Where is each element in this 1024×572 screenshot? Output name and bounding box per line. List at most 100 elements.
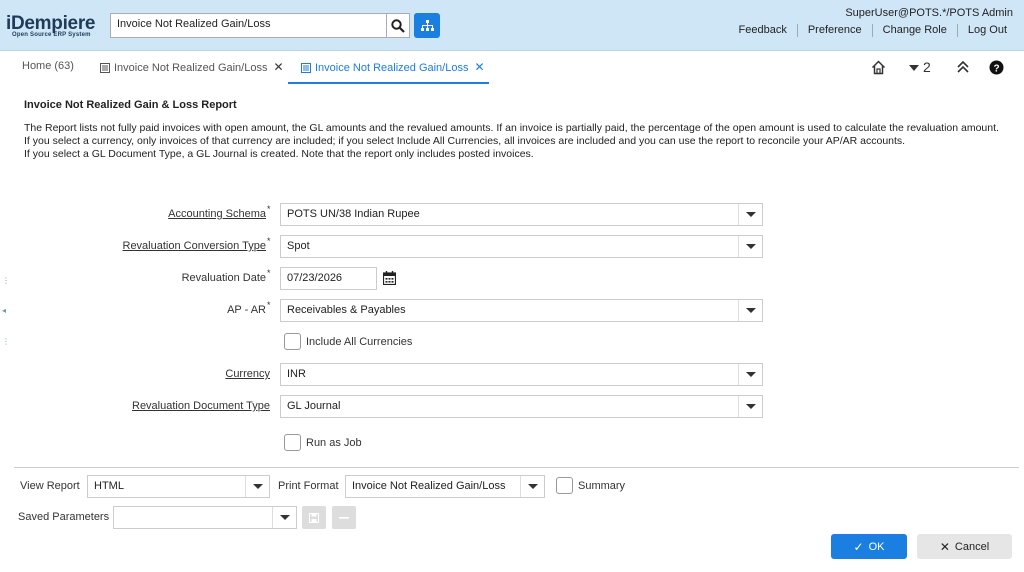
dropdown-button[interactable]: [272, 507, 296, 528]
revaluation-date-label: Revaluation Date: [181, 272, 266, 284]
side-handle-icon[interactable]: ⋮: [2, 337, 10, 346]
accounting-schema-label[interactable]: Accounting Schema: [168, 208, 266, 220]
include-all-currencies-label[interactable]: Include All Currencies: [306, 336, 412, 348]
save-parameters-button[interactable]: [302, 506, 326, 529]
required-marker: *: [267, 236, 271, 246]
help-icon[interactable]: ?: [989, 60, 1004, 75]
print-format-value: Invoice Not Realized Gain/Loss: [352, 480, 506, 492]
global-search-input[interactable]: Invoice Not Realized Gain/Loss: [110, 13, 387, 38]
tab-invoice-gain-loss-1[interactable]: Invoice Not Realized Gain/Loss ✕: [100, 51, 284, 84]
summary-label[interactable]: Summary: [578, 480, 625, 492]
ok-label: OK: [868, 540, 885, 553]
side-collapse-icon[interactable]: ◂: [2, 306, 6, 315]
sitemap-button[interactable]: [414, 13, 440, 38]
accounting-schema-select[interactable]: POTS UN/38 Indian Rupee: [280, 203, 763, 226]
app-header: iDempiere Open Source ERP System Invoice…: [0, 0, 1024, 51]
close-icon: ✕: [939, 539, 950, 554]
accounting-schema-value: POTS UN/38 Indian Rupee: [287, 208, 420, 220]
dropdown-button[interactable]: [738, 236, 762, 257]
view-report-select[interactable]: HTML: [87, 475, 270, 498]
process-title: Invoice Not Realized Gain & Loss Report: [24, 99, 237, 111]
print-format-select[interactable]: Invoice Not Realized Gain/Loss: [345, 475, 545, 498]
footer-divider: [14, 467, 1019, 468]
dropdown-button[interactable]: [245, 476, 269, 497]
ok-button[interactable]: ✓ OK: [831, 534, 907, 559]
change-role-link[interactable]: Change Role: [871, 24, 957, 37]
doc-type-label[interactable]: Revaluation Document Type: [132, 400, 270, 412]
chevron-down-icon: [745, 212, 756, 217]
chevron-down-icon: [279, 515, 290, 520]
currency-value: INR: [287, 368, 306, 380]
check-icon: ✓: [853, 539, 864, 554]
dropdown-button[interactable]: [738, 364, 762, 385]
chevron-down-icon: [745, 372, 756, 377]
description-line: If you select a GL Document Type, a GL J…: [24, 148, 534, 160]
header-links: Feedback Preference Change Role Log Out: [729, 24, 1007, 37]
ap-ar-select[interactable]: Receivables & Payables: [280, 299, 763, 322]
run-as-job-label[interactable]: Run as Job: [306, 437, 362, 449]
chevron-down-icon: [745, 404, 756, 409]
tab-invoice-gain-loss-2[interactable]: Invoice Not Realized Gain/Loss ✕: [288, 51, 489, 84]
dropdown-button[interactable]: [738, 396, 762, 417]
required-marker: *: [267, 268, 271, 278]
close-icon[interactable]: ✕: [273, 60, 283, 74]
preference-link[interactable]: Preference: [796, 24, 872, 37]
tab-label: Invoice Not Realized Gain/Loss: [315, 62, 469, 74]
chevron-down-icon: [527, 484, 538, 489]
sitemap-icon: [420, 20, 434, 31]
required-marker: *: [267, 204, 271, 214]
description-line: The Report lists not fully paid invoices…: [24, 122, 999, 134]
dropdown-button[interactable]: [738, 300, 762, 321]
report-icon: [100, 63, 110, 76]
idempiere-logo[interactable]: iDempiere Open Source ERP System: [6, 14, 108, 38]
conversion-type-select[interactable]: Spot: [280, 235, 763, 258]
search-button[interactable]: [386, 13, 410, 38]
saved-parameters-label: Saved Parameters: [18, 511, 110, 523]
dropdown-button[interactable]: [520, 476, 544, 497]
print-format-label: Print Format: [278, 480, 339, 492]
open-tabs-count[interactable]: 2: [923, 59, 931, 75]
doc-type-select[interactable]: GL Journal: [280, 395, 763, 418]
revaluation-date-input[interactable]: 07/23/2026: [280, 267, 377, 290]
include-all-currencies-checkbox[interactable]: [284, 333, 301, 350]
currency-select[interactable]: INR: [280, 363, 763, 386]
feedback-link[interactable]: Feedback: [729, 24, 797, 37]
tab-label: Invoice Not Realized Gain/Loss: [114, 62, 268, 74]
chevron-down-icon: [252, 484, 263, 489]
home-icon[interactable]: [871, 60, 886, 75]
current-user[interactable]: SuperUser@POTS.*/POTS Admin: [845, 7, 1013, 19]
dropdown-button[interactable]: [738, 204, 762, 225]
svg-text:?: ?: [993, 64, 999, 75]
tab-list-dropdown-icon[interactable]: [909, 65, 919, 71]
doc-type-value: GL Journal: [287, 400, 341, 412]
logout-link[interactable]: Log Out: [956, 24, 1007, 37]
currency-label[interactable]: Currency: [225, 368, 270, 380]
ap-ar-value: Receivables & Payables: [287, 304, 406, 316]
ap-ar-label: AP - AR: [227, 304, 266, 316]
conversion-type-label[interactable]: Revaluation Conversion Type: [123, 240, 267, 252]
minus-icon: [339, 516, 349, 519]
search-icon: [391, 18, 405, 33]
collapse-up-icon[interactable]: [956, 60, 970, 74]
view-report-value: HTML: [94, 480, 124, 492]
report-icon: [301, 63, 311, 76]
tab-home-label: Home (63): [22, 60, 74, 72]
cancel-label: Cancel: [954, 540, 990, 553]
side-handle-icon[interactable]: ⋮: [2, 276, 10, 285]
cancel-button[interactable]: ✕ Cancel: [917, 534, 1012, 559]
calendar-icon[interactable]: [383, 271, 396, 285]
chevron-down-icon: [745, 244, 756, 249]
view-report-label: View Report: [20, 480, 80, 492]
delete-parameters-button[interactable]: [332, 506, 356, 529]
run-as-job-checkbox[interactable]: [284, 434, 301, 451]
description-line: If you select a currency, only invoices …: [24, 135, 906, 147]
required-marker: *: [267, 300, 271, 310]
summary-checkbox[interactable]: [556, 477, 573, 494]
logo-text: iDempiere: [6, 13, 96, 34]
process-description: The Report lists not fully paid invoices…: [24, 122, 1014, 161]
tab-home[interactable]: Home (63): [22, 51, 74, 84]
saved-parameters-select[interactable]: [113, 506, 297, 529]
close-icon[interactable]: ✕: [474, 60, 484, 74]
chevron-down-icon: [745, 308, 756, 313]
conversion-type-value: Spot: [287, 240, 310, 252]
